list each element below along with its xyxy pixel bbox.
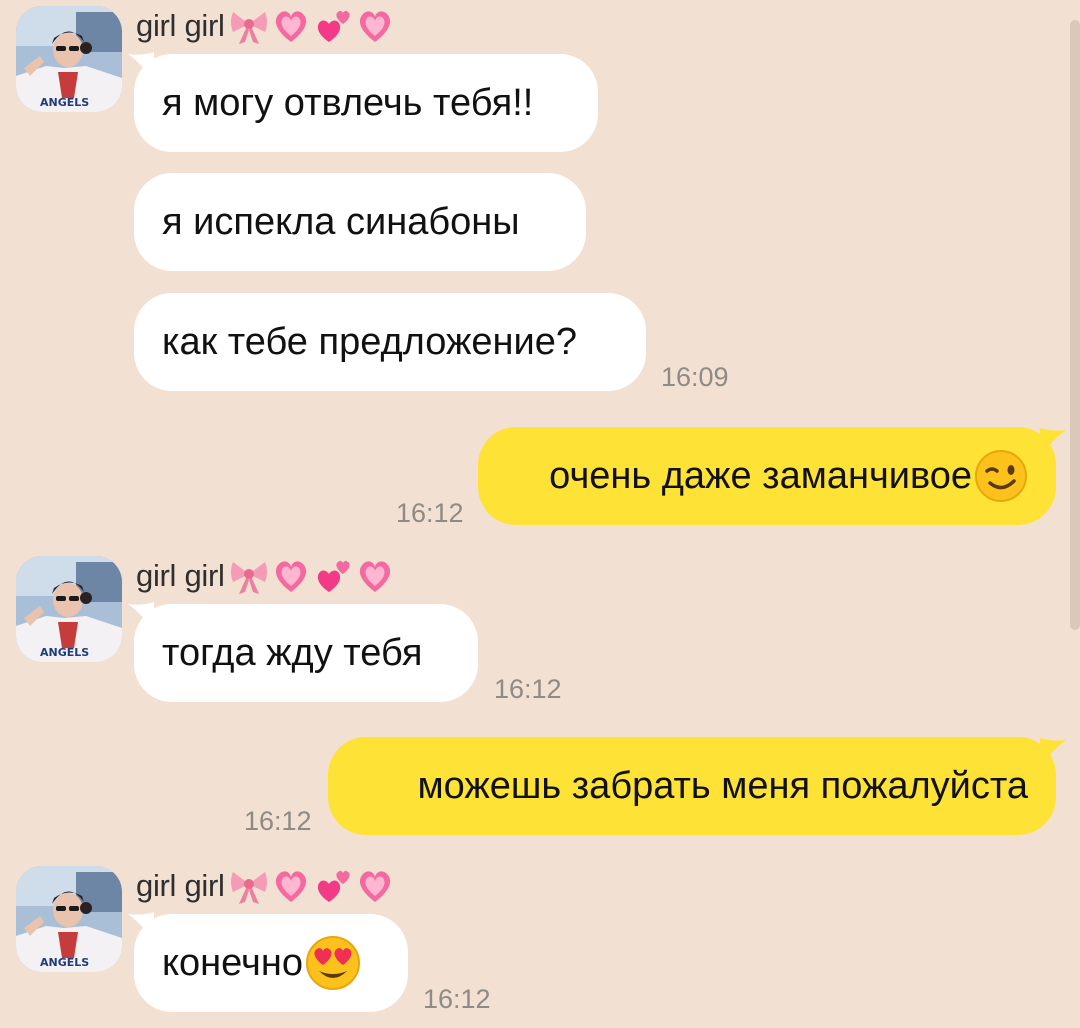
heart-emoji xyxy=(359,871,390,902)
message-bubble[interactable]: как тебе предложение? xyxy=(134,293,646,391)
message-bubble[interactable]: я могу отвлечь тебя!! xyxy=(134,54,598,152)
avatar[interactable]: ANGELS xyxy=(16,6,122,112)
message-text: я могу отвлечь тебя!! xyxy=(162,81,534,124)
heart-emoji xyxy=(359,11,390,42)
heart-emoji xyxy=(275,11,306,42)
ribbon-emoji xyxy=(230,12,267,44)
ribbon-emoji xyxy=(230,872,267,904)
two-hearts-emoji xyxy=(317,10,350,42)
message-timestamp: 16:12 xyxy=(396,498,464,528)
message-text: тогда жду тебя xyxy=(162,631,423,674)
sender-name: girl girl xyxy=(136,868,225,903)
message-bubble[interactable]: конечно xyxy=(134,914,408,1012)
message-text: я испекла синабоны xyxy=(162,200,520,243)
message-bubble[interactable]: я испекла синабоны xyxy=(134,173,586,271)
svg-text:ANGELS: ANGELS xyxy=(40,956,89,969)
message-text: очень даже заманчивое xyxy=(549,454,972,497)
sender-header: girl girl xyxy=(136,6,395,46)
bubble-tail xyxy=(1040,428,1066,458)
sender-header: girl girl xyxy=(136,556,395,596)
message-timestamp: 16:12 xyxy=(244,806,312,836)
heart-emoji xyxy=(275,871,306,902)
svg-text:ANGELS: ANGELS xyxy=(40,646,89,659)
message-timestamp: 16:12 xyxy=(423,984,491,1014)
svg-text:ANGELS: ANGELS xyxy=(40,96,89,109)
winking-face-emoji xyxy=(975,450,1027,502)
message-bubble[interactable]: очень даже заманчивое xyxy=(478,427,1056,525)
two-hearts-emoji xyxy=(317,560,350,592)
sender-name: girl girl xyxy=(136,8,225,43)
message-text: конечно xyxy=(162,941,303,984)
avatar[interactable]: ANGELS xyxy=(16,866,122,972)
ribbon-emoji xyxy=(230,562,267,594)
message-bubble[interactable]: тогда жду тебя xyxy=(134,604,478,702)
bubble-tail xyxy=(1040,738,1066,768)
heart-emoji xyxy=(359,561,390,592)
scrollbar[interactable] xyxy=(1070,20,1080,630)
sender-name: girl girl xyxy=(136,558,225,593)
message-text: как тебе предложение? xyxy=(162,320,578,363)
heart-eyes-emoji xyxy=(305,936,360,990)
two-hearts-emoji xyxy=(317,870,350,902)
message-timestamp: 16:12 xyxy=(494,674,562,704)
message-timestamp: 16:09 xyxy=(661,362,729,392)
chat-window: ANGELS girl girl я могу отвлечь тебя!! я… xyxy=(0,0,1080,1028)
message-text: можешь забрать меня пожалуйста xyxy=(417,764,1028,807)
avatar[interactable]: ANGELS xyxy=(16,556,122,662)
message-bubble[interactable]: можешь забрать меня пожалуйста xyxy=(328,737,1056,835)
sender-header: girl girl xyxy=(136,866,395,906)
heart-emoji xyxy=(275,561,306,592)
